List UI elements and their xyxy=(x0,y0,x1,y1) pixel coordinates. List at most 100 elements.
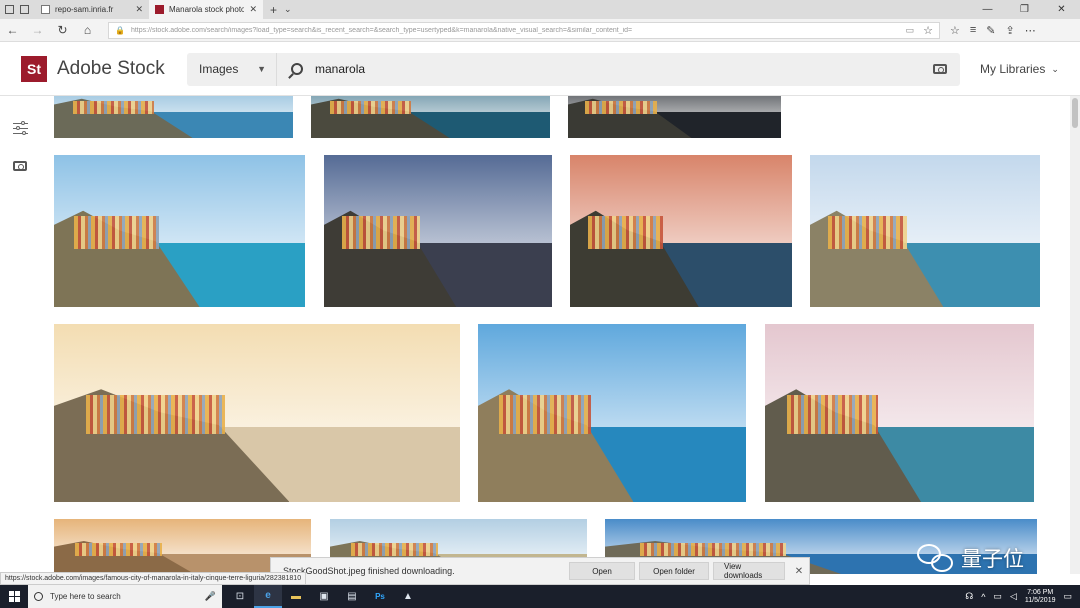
village-houses xyxy=(587,215,664,250)
taskbar-search-placeholder: Type here to search xyxy=(50,592,121,601)
my-libraries-menu[interactable]: My Libraries ⌄ xyxy=(980,62,1059,76)
view-downloads-button[interactable]: View downloads xyxy=(713,562,785,580)
image-result[interactable] xyxy=(478,324,746,502)
tab-label: repo-sam.inria.fr xyxy=(55,5,114,14)
image-result[interactable] xyxy=(765,324,1034,502)
battery-icon[interactable]: ▭ xyxy=(993,591,1002,602)
image-result[interactable] xyxy=(54,324,460,502)
scrollbar-thumb[interactable] xyxy=(1072,98,1078,128)
browser-toolbar: ☆ ≡ ✎ ⇪ ⋯ xyxy=(950,24,1036,37)
adobe-stock-favicon-icon xyxy=(155,5,164,14)
village-houses xyxy=(639,543,787,557)
image-result[interactable] xyxy=(311,96,550,138)
back-button[interactable]: ← xyxy=(0,23,25,37)
left-rail xyxy=(0,96,40,574)
photoshop-icon[interactable]: Ps xyxy=(366,585,394,608)
visual-search-button[interactable] xyxy=(920,53,960,86)
image-result[interactable] xyxy=(54,155,305,307)
new-tab-button[interactable]: + xyxy=(263,0,284,19)
village-houses xyxy=(330,100,412,115)
filter-icon xyxy=(12,121,28,135)
forward-button[interactable]: → xyxy=(25,23,50,37)
refresh-button[interactable]: ↻ xyxy=(50,23,75,37)
village-houses xyxy=(86,395,225,435)
village-houses xyxy=(74,215,160,250)
page-icon xyxy=(41,5,50,14)
close-tab-icon[interactable]: ✕ xyxy=(135,4,143,15)
clock-time: 7:06 PM xyxy=(1027,588,1054,596)
asset-type-dropdown[interactable]: Images ▼ xyxy=(187,52,277,86)
reading-view-icon[interactable]: ▭ xyxy=(906,25,915,36)
minimize-button[interactable]: — xyxy=(969,4,1006,15)
image-result[interactable] xyxy=(54,96,293,138)
tab-menu-icon[interactable]: ⌄ xyxy=(284,0,292,19)
url-text: https://stock.adobe.com/search/images?lo… xyxy=(130,26,633,34)
lock-icon: 🔒 xyxy=(115,25,125,35)
page-scrollbar[interactable] xyxy=(1070,96,1080,574)
notes-icon[interactable]: ✎ xyxy=(986,24,995,37)
chevron-down-icon: ⌄ xyxy=(1051,63,1059,74)
terminal-icon[interactable]: ▣ xyxy=(310,585,338,608)
tab-repo-sam[interactable]: repo-sam.inria.fr ✕ xyxy=(35,0,149,19)
set-aside-tabs-icon[interactable] xyxy=(20,5,29,14)
taskbar-search-box[interactable]: Type here to search 🎤 xyxy=(28,585,222,608)
app-window-icon[interactable]: ▤ xyxy=(338,585,366,608)
windows-taskbar: Type here to search 🎤 ⊡ e ▬ ▣ ▤ Ps ▲ ☊ ^… xyxy=(0,585,1080,608)
windows-logo-icon xyxy=(8,591,20,602)
close-download-bar-icon[interactable]: ✕ xyxy=(789,566,809,577)
stock-header: St Adobe Stock Images ▼ My Libraries ⌄ xyxy=(0,43,1080,96)
brand-name[interactable]: Adobe Stock xyxy=(57,58,177,80)
system-tray: ☊ ^ ▭ ◁ 7:06 PM 11/5/2019 ▭ xyxy=(965,589,1080,605)
people-icon[interactable]: ☊ xyxy=(965,591,973,602)
tab-manarola-stock[interactable]: Manarola stock photos ✕ xyxy=(149,0,263,19)
file-explorer-icon[interactable]: ▬ xyxy=(282,585,310,608)
taskbar-apps: ⊡ e ▬ ▣ ▤ Ps ▲ xyxy=(226,585,422,608)
tab-actions-icon[interactable] xyxy=(5,5,14,14)
show-hidden-icons-icon[interactable]: ^ xyxy=(981,592,985,602)
cortana-icon xyxy=(34,592,43,601)
watermark-text: 量子位 xyxy=(961,547,1024,571)
volume-icon[interactable]: ◁ xyxy=(1010,591,1017,602)
hub-icon[interactable]: ≡ xyxy=(970,24,976,36)
maximize-button[interactable]: ❐ xyxy=(1006,4,1043,15)
status-bar-url: https://stock.adobe.com/images/famous-ci… xyxy=(0,572,307,585)
open-folder-button[interactable]: Open folder xyxy=(639,562,709,580)
favorite-star-icon[interactable]: ☆ xyxy=(923,24,933,37)
clock[interactable]: 7:06 PM 11/5/2019 xyxy=(1025,589,1056,605)
edge-browser-icon[interactable]: e xyxy=(254,585,282,608)
open-button[interactable]: Open xyxy=(569,562,635,580)
more-icon[interactable]: ⋯ xyxy=(1025,24,1036,37)
image-result[interactable] xyxy=(810,155,1040,307)
address-bar-row: ← → ↻ ⌂ 🔒 https://stock.adobe.com/search… xyxy=(0,19,1080,42)
camera-icon xyxy=(13,161,27,171)
image-result[interactable] xyxy=(568,96,781,138)
village-houses xyxy=(74,543,162,557)
search-icon xyxy=(291,63,303,75)
image-results-grid xyxy=(40,96,1070,574)
watermark: 量子位 xyxy=(915,540,1024,576)
favorites-icon[interactable]: ☆ xyxy=(950,24,960,37)
image-result[interactable] xyxy=(324,155,552,307)
search-input[interactable] xyxy=(315,52,920,86)
task-view-icon[interactable]: ⊡ xyxy=(226,585,254,608)
microphone-icon[interactable]: 🎤 xyxy=(205,591,216,602)
close-tab-icon[interactable]: ✕ xyxy=(249,4,257,15)
photos-icon[interactable]: ▲ xyxy=(394,585,422,608)
share-icon[interactable]: ⇪ xyxy=(1006,24,1015,37)
filter-button[interactable] xyxy=(11,120,29,136)
tab-label: Manarola stock photos xyxy=(169,5,245,14)
chevron-down-icon: ▼ xyxy=(257,64,266,74)
close-window-button[interactable]: ✕ xyxy=(1043,4,1080,15)
visual-search-rail-button[interactable] xyxy=(11,158,29,174)
start-button[interactable] xyxy=(0,591,28,602)
village-houses xyxy=(786,395,878,435)
window-controls: — ❐ ✕ xyxy=(969,0,1080,19)
home-button[interactable]: ⌂ xyxy=(75,23,100,37)
asset-type-label: Images xyxy=(199,62,239,76)
camera-icon xyxy=(933,64,947,74)
notifications-icon[interactable]: ▭ xyxy=(1063,591,1072,602)
image-result[interactable] xyxy=(570,155,792,307)
url-field[interactable]: 🔒 https://stock.adobe.com/search/images?… xyxy=(108,21,940,39)
adobe-stock-logo[interactable]: St xyxy=(21,56,47,82)
search-bar: Images ▼ xyxy=(187,52,960,86)
